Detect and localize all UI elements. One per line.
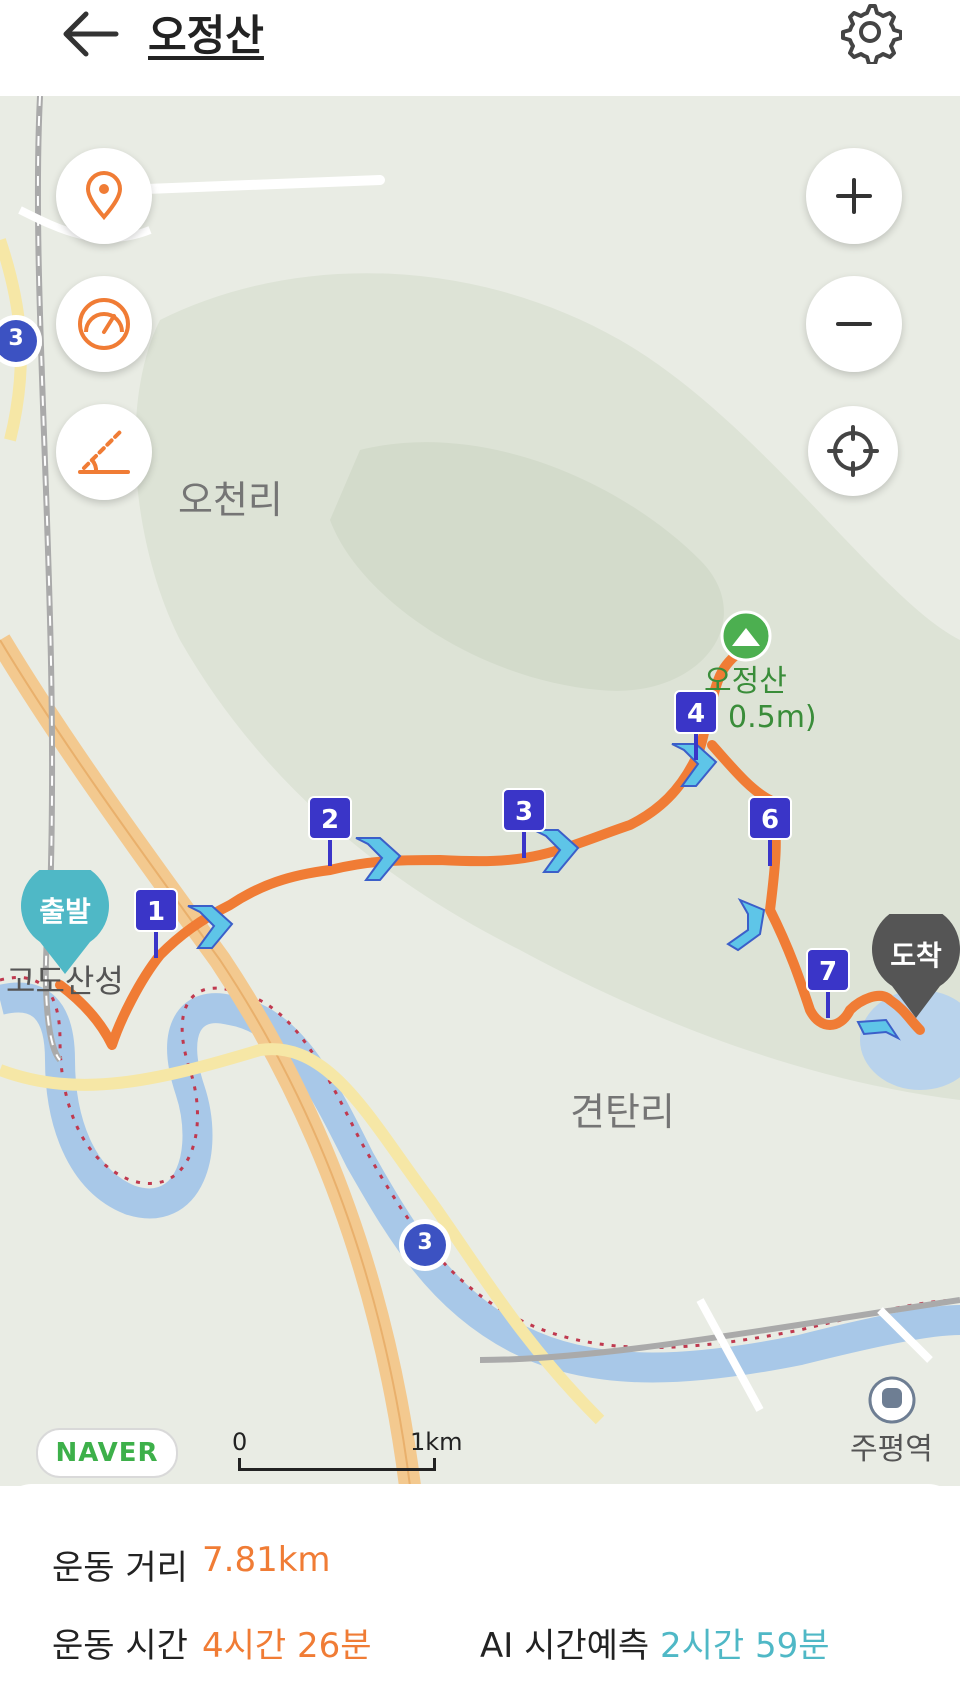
naver-logo: NAVER <box>36 1428 178 1478</box>
mountain-peak-icon <box>720 610 772 662</box>
minus-icon <box>836 322 872 326</box>
peak-label: 오정산 0.5m) <box>704 656 817 735</box>
stats-panel: 운동 거리 7.81km 운동 시간 4시간 26분 AI 시간예측 2시간 5… <box>0 1484 960 1703</box>
waypoint-pole <box>522 832 526 858</box>
waypoint-pole <box>768 840 772 866</box>
waypoint-number: 7 <box>806 948 850 992</box>
my-location-pin-button[interactable] <box>56 148 152 244</box>
time-value: 4시간 26분 <box>202 1626 372 1666</box>
distance-value: 7.81km <box>202 1540 331 1580</box>
page-title: 오정산 <box>148 11 264 60</box>
train-station-icon <box>868 1376 916 1424</box>
station-label: 주평역 <box>850 1432 933 1467</box>
waypoint-number: 2 <box>308 796 352 840</box>
speed-button[interactable] <box>56 276 152 372</box>
top-bar: 오정산 <box>0 0 960 96</box>
road-shield-number: 3 <box>8 326 24 351</box>
waypoint-pole <box>328 840 332 866</box>
map-scale-bar: 0 1km <box>232 1428 463 1471</box>
scale-start: 0 <box>232 1428 248 1456</box>
waypoint-flag[interactable]: 4 <box>674 690 718 760</box>
plus-icon <box>836 178 872 214</box>
slope-button[interactable] <box>56 404 152 500</box>
time-label: 운동 시간 <box>52 1626 188 1666</box>
ai-time-value: 2시간 59분 <box>660 1626 830 1666</box>
back-button[interactable] <box>58 6 122 62</box>
zoom-out-button[interactable] <box>806 276 902 372</box>
waypoint-flag[interactable]: 6 <box>748 796 792 866</box>
settings-button[interactable] <box>838 0 903 66</box>
waypoint-flag[interactable]: 2 <box>308 796 352 866</box>
distance-label: 운동 거리 <box>52 1548 188 1588</box>
slope-icon <box>78 430 130 474</box>
speedometer-icon <box>78 298 130 350</box>
place-label: 오천리 <box>178 478 283 522</box>
road <box>115 175 385 195</box>
current-location-button[interactable] <box>808 406 898 496</box>
end-label: 도착 <box>890 939 942 972</box>
peak-elevation: 0.5m) <box>728 700 817 735</box>
crosshair-icon <box>827 425 879 477</box>
scale-line <box>238 1458 436 1471</box>
zoom-in-button[interactable] <box>806 148 902 244</box>
start-label: 출발 <box>39 895 91 928</box>
waypoint-flag[interactable]: 7 <box>806 948 850 1018</box>
waypoint-flag[interactable]: 3 <box>502 788 546 858</box>
road-shield-number: 3 <box>417 1230 433 1255</box>
waypoint-pole <box>826 992 830 1018</box>
waypoint-pole <box>694 734 698 760</box>
location-pin-icon <box>85 171 123 221</box>
scale-end: 1km <box>410 1428 463 1456</box>
peak-name: 오정산 <box>704 664 787 699</box>
back-arrow-icon <box>63 11 119 57</box>
ai-time-label: AI 시간예측 <box>480 1626 650 1666</box>
waypoint-number: 1 <box>134 888 178 932</box>
waypoint-flag[interactable]: 1 <box>134 888 178 958</box>
waypoint-number: 4 <box>674 690 718 734</box>
waypoint-pole <box>154 932 158 958</box>
waypoint-number: 6 <box>748 796 792 840</box>
start-marker[interactable]: 출발 <box>20 870 110 974</box>
waypoint-number: 3 <box>502 788 546 832</box>
place-label: 견탄리 <box>570 1090 675 1134</box>
end-marker[interactable]: 도착 <box>872 914 960 1018</box>
gear-icon <box>841 4 903 66</box>
